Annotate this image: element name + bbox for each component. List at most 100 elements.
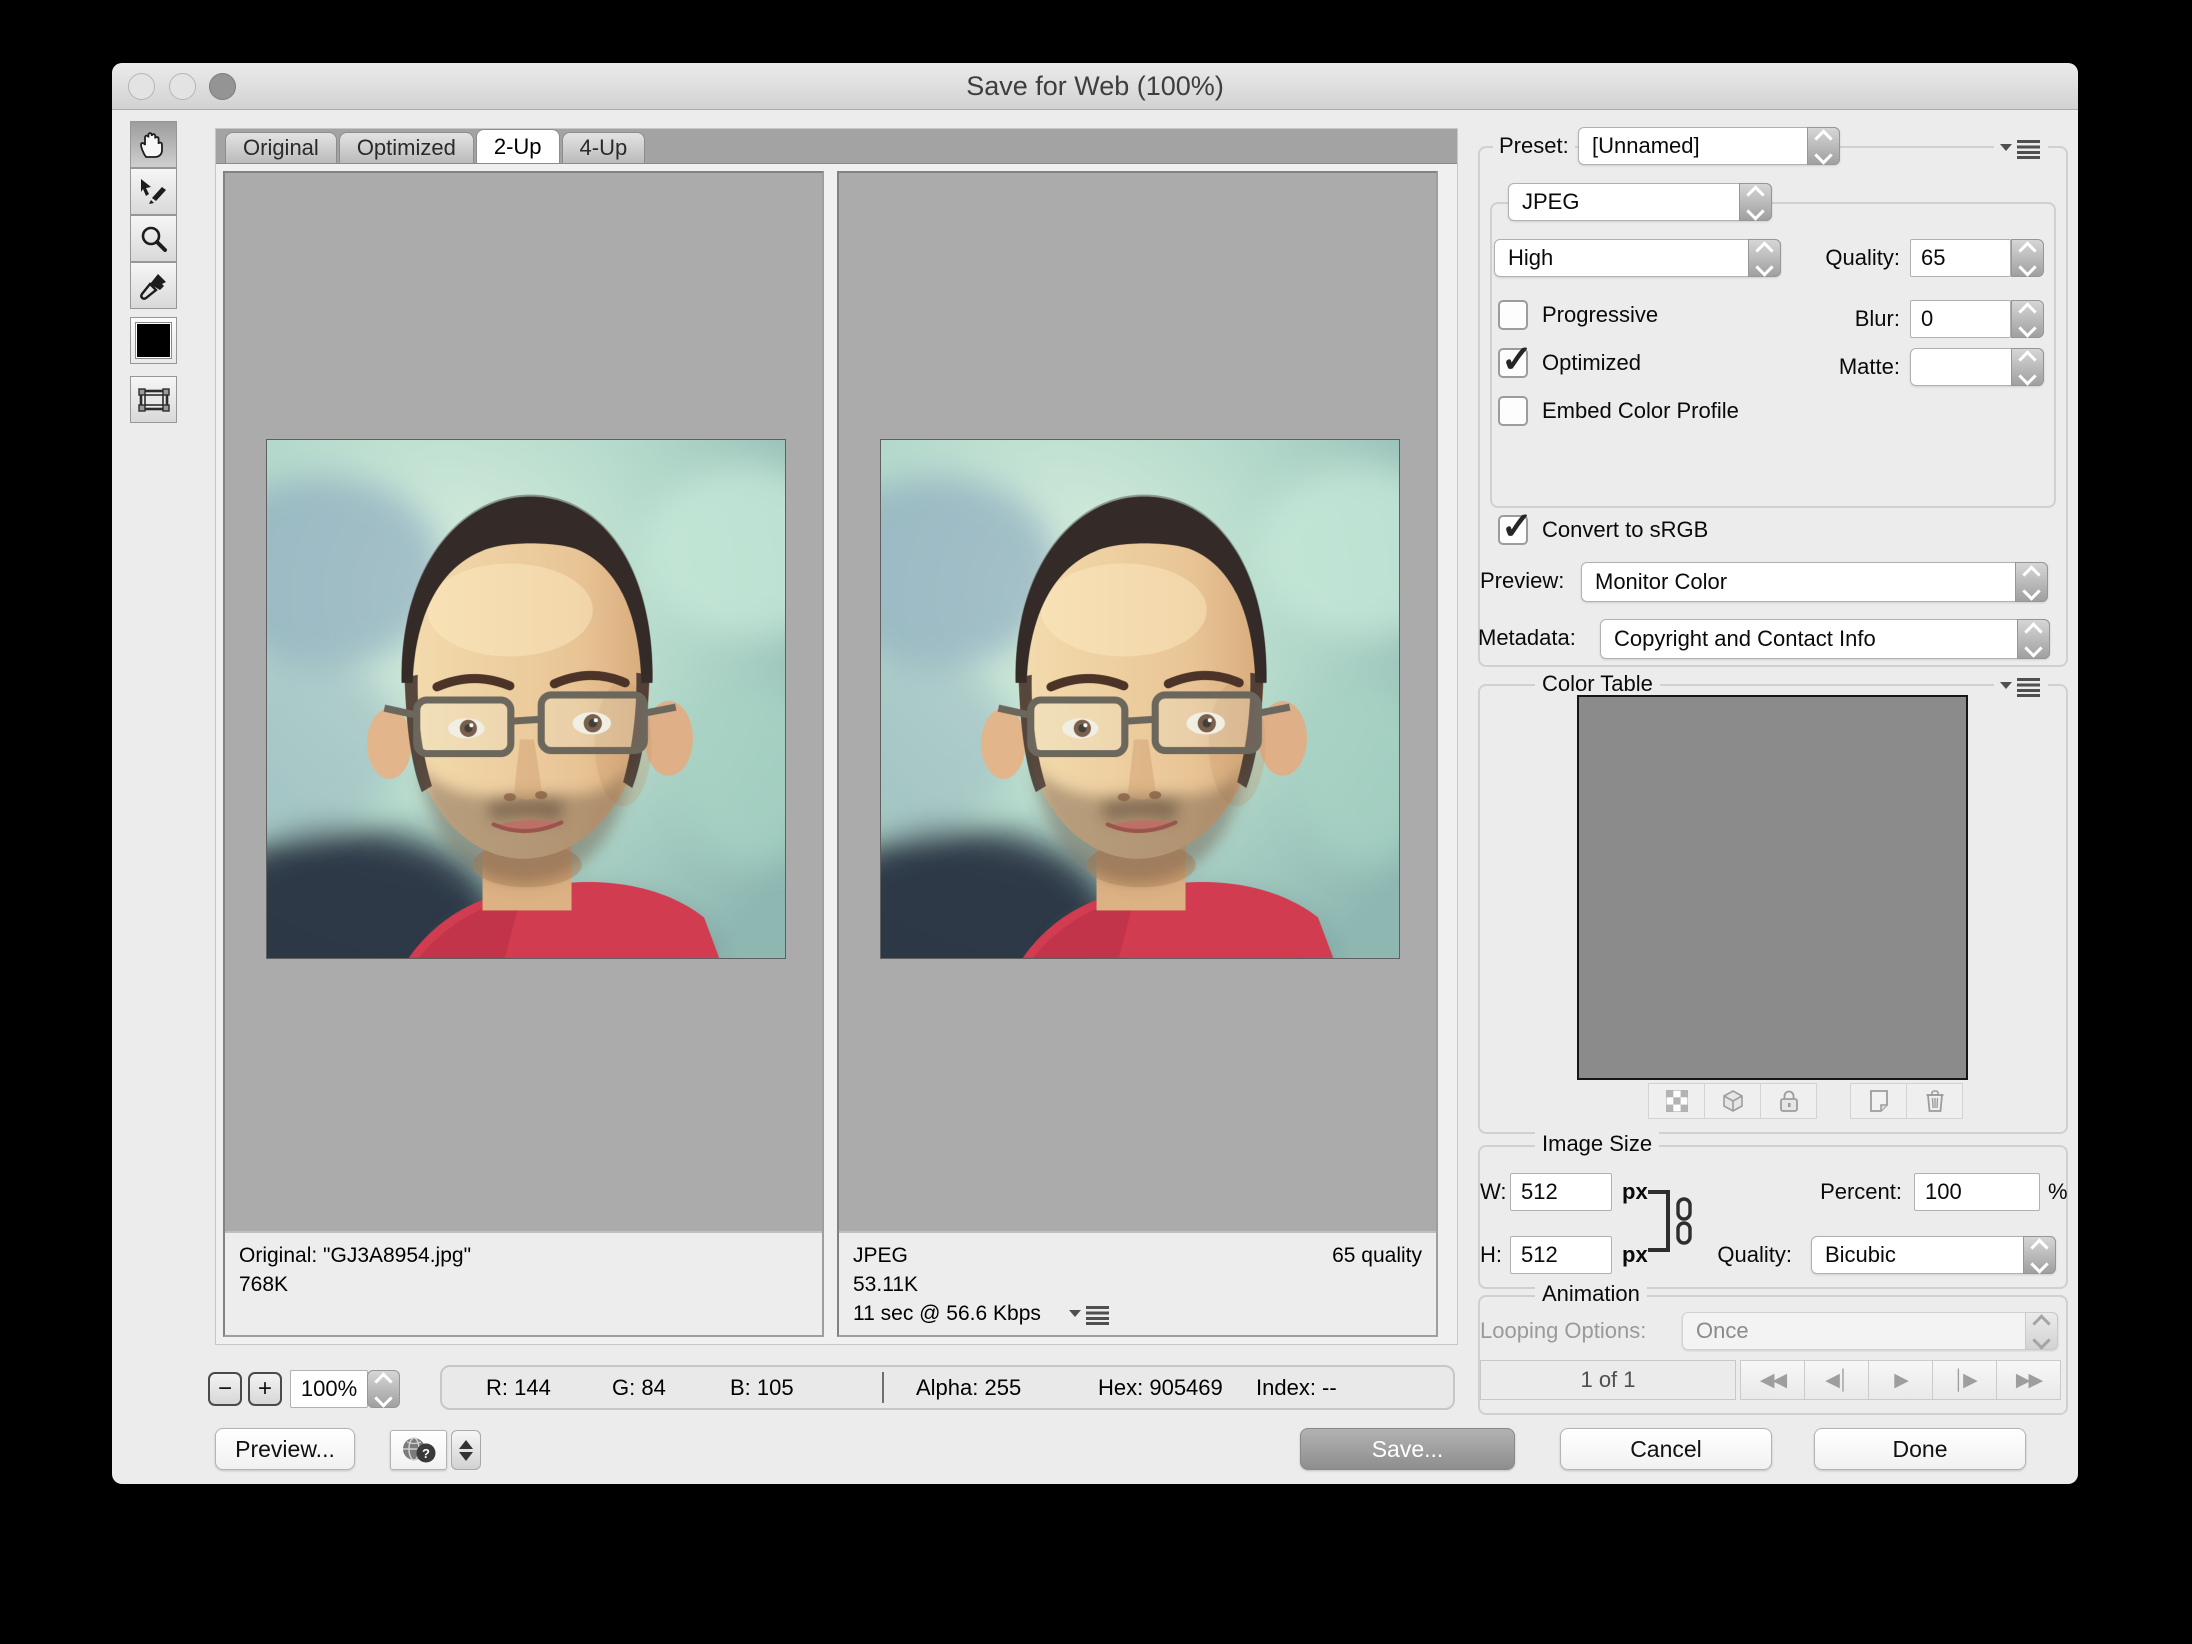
stepper-up-icon (459, 1440, 473, 1449)
blur-label: Blur: (1772, 304, 1900, 334)
toggle-slices-visibility-button[interactable] (130, 376, 177, 423)
readout-divider (882, 1372, 884, 1403)
map-transparency-button[interactable] (1648, 1083, 1705, 1119)
quality-label: Quality: (1772, 243, 1900, 273)
embed-color-profile-checkbox[interactable] (1498, 396, 1528, 426)
title-bar[interactable]: Save for Web (100%) (112, 63, 2078, 110)
progressive-checkbox[interactable] (1498, 300, 1528, 330)
first-frame-button[interactable]: ◀◀ (1740, 1360, 1805, 1400)
zoom-out-button[interactable]: − (208, 1372, 242, 1406)
delete-color-button[interactable] (1906, 1083, 1963, 1119)
readout-b: B: 105 (730, 1375, 794, 1401)
resample-quality-dropdown[interactable]: Bicubic (1811, 1236, 2056, 1274)
browser-globe-icon: ? (399, 1435, 439, 1465)
previous-frame-button[interactable]: ◀│ (1804, 1360, 1869, 1400)
lock-color-button[interactable] (1760, 1083, 1817, 1119)
optimized-label: Optimized (1542, 348, 1641, 378)
tab-4up[interactable]: 4-Up (562, 132, 646, 163)
original-preview-pane[interactable]: Original: "GJ3A8954.jpg" 768K (223, 171, 824, 1337)
flyout-menu-icon (2000, 137, 2042, 159)
done-button[interactable]: Done (1814, 1428, 2026, 1470)
last-frame-icon: ▶▶ (2016, 1369, 2041, 1392)
cancel-button[interactable]: Cancel (1560, 1428, 1772, 1470)
stepper-up-icon (374, 1372, 392, 1390)
tab-2up[interactable]: 2-Up (476, 129, 560, 163)
optimized-filesize: 53.11K (853, 1270, 1422, 1299)
quality-value: 65 (1921, 245, 1945, 271)
preview-mode-label: Preview: (1480, 566, 1564, 596)
download-rate-menu-icon[interactable] (1069, 1303, 1111, 1325)
flyout-menu-icon (2000, 675, 2042, 697)
quality-preset-dropdown[interactable]: High (1494, 239, 1781, 277)
save-button-label: Save... (1372, 1436, 1444, 1463)
width-field[interactable]: 512 (1510, 1173, 1612, 1211)
original-filename: Original: "GJ3A8954.jpg" (239, 1241, 808, 1270)
preview-mode-dropdown[interactable]: Monitor Color (1581, 562, 2048, 602)
slice-select-tool-button[interactable] (130, 168, 177, 215)
width-label: W: (1480, 1177, 1506, 1207)
readout-alpha: Alpha: 255 (916, 1375, 1021, 1401)
screenshot-canvas: { "window": { "title": "Save for Web (10… (0, 0, 2192, 1644)
blur-field[interactable]: 0 (1910, 300, 2011, 338)
dropdown-stepper-icon (2023, 1236, 2056, 1274)
dimension-link-bracket (1648, 1190, 1670, 1252)
quality-stepper[interactable] (2011, 239, 2044, 277)
web-shift-button[interactable] (1704, 1083, 1761, 1119)
height-field[interactable]: 512 (1510, 1236, 1612, 1274)
preview-button[interactable]: Preview... (215, 1428, 355, 1470)
metadata-label: Metadata: (1478, 623, 1576, 653)
readout-hex: Hex: 905469 (1098, 1375, 1223, 1401)
preset-dropdown[interactable]: [Unnamed] (1578, 127, 1840, 165)
link-icon[interactable] (1674, 1196, 1694, 1246)
color-table-swatch-area[interactable] (1577, 695, 1968, 1080)
zoom-window-button[interactable] (209, 73, 236, 100)
play-button[interactable]: ▶ (1868, 1360, 1933, 1400)
percent-field[interactable]: 100 (1914, 1173, 2040, 1211)
svg-text:?: ? (422, 1446, 430, 1461)
preset-menu-button[interactable] (1994, 133, 2048, 163)
minimize-button[interactable] (169, 73, 196, 100)
blur-stepper[interactable] (2011, 300, 2044, 338)
zoom-in-button[interactable]: + (248, 1372, 282, 1406)
matte-dropdown[interactable] (1910, 348, 2044, 386)
close-button[interactable] (128, 73, 155, 100)
looping-options-dropdown[interactable]: Once (1682, 1312, 2058, 1350)
hand-icon (138, 129, 170, 161)
zoom-tool-button[interactable] (130, 215, 177, 262)
minus-icon: − (218, 1375, 232, 1403)
height-value: 512 (1521, 1242, 1558, 1268)
browser-preview-button[interactable]: ? (390, 1430, 447, 1470)
preview-area: Original Optimized 2-Up 4-Up Original: "… (215, 128, 1458, 1345)
quality-field[interactable]: 65 (1910, 239, 2011, 277)
hand-tool-button[interactable] (130, 121, 177, 168)
next-frame-button[interactable]: │▶ (1932, 1360, 1997, 1400)
format-dropdown[interactable]: JPEG (1508, 183, 1772, 221)
color-table-menu-button[interactable] (1994, 671, 2048, 701)
eyedropper-color-swatch[interactable] (130, 317, 177, 364)
format-value: JPEG (1522, 189, 1579, 215)
save-button[interactable]: Save... (1300, 1428, 1515, 1470)
original-info-bar: Original: "GJ3A8954.jpg" 768K (225, 1231, 822, 1335)
slice-select-icon (138, 176, 170, 208)
convert-srgb-checkbox[interactable]: ✓ (1498, 515, 1528, 545)
last-frame-button[interactable]: ▶▶ (1996, 1360, 2061, 1400)
zoom-level-field[interactable]: 100% (290, 1370, 368, 1408)
width-unit: px (1622, 1177, 1648, 1207)
dropdown-stepper-icon (1807, 127, 1840, 165)
quality-preset-value: High (1508, 245, 1553, 271)
browser-select-stepper[interactable] (451, 1430, 481, 1470)
tab-original[interactable]: Original (225, 132, 337, 163)
metadata-dropdown[interactable]: Copyright and Contact Info (1600, 619, 2050, 659)
optimized-checkbox[interactable]: ✓ (1498, 348, 1528, 378)
optimized-preview-pane[interactable]: JPEG 65 quality 53.11K 11 sec @ 56.6 Kbp… (837, 171, 1438, 1337)
new-color-button[interactable] (1850, 1083, 1907, 1119)
eyedropper-tool-button[interactable] (130, 262, 177, 309)
looping-options-value: Once (1696, 1318, 1749, 1344)
preview-button-label: Preview... (235, 1436, 335, 1463)
checkerboard-icon (1666, 1090, 1688, 1112)
tab-optimized[interactable]: Optimized (339, 132, 474, 163)
zoom-level-stepper[interactable] (367, 1370, 400, 1408)
original-filesize: 768K (239, 1270, 808, 1299)
looping-options-label: Looping Options: (1480, 1316, 1646, 1346)
optimized-image (880, 439, 1400, 959)
